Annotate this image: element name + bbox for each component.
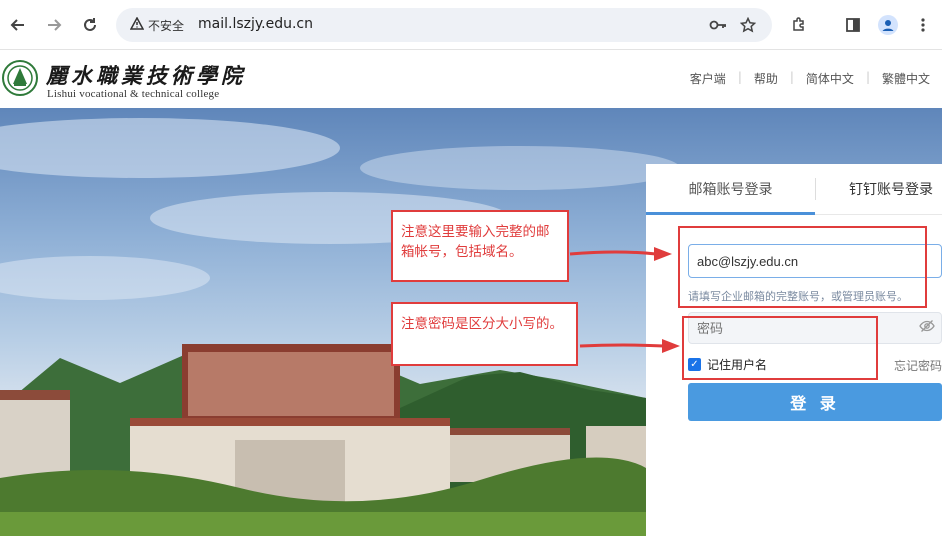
logo-chinese-name: 麗水職業技術學院 xyxy=(46,63,246,88)
menu-icon[interactable] xyxy=(910,12,936,38)
forgot-password-link[interactable]: 忘记密码 xyxy=(894,357,942,374)
password-arrow-icon xyxy=(579,339,680,353)
password-highlight-frame xyxy=(682,316,878,380)
email-note: 注意这里要输入完整的邮箱帐号，包括域名。 xyxy=(391,210,569,282)
warning-icon xyxy=(129,16,145,33)
school-emblem-icon xyxy=(2,60,38,96)
extension-icon[interactable] xyxy=(786,12,812,38)
link-help[interactable]: 帮助 xyxy=(742,70,790,87)
link-simplified-chinese[interactable]: 简体中文 xyxy=(794,70,866,87)
reload-icon[interactable] xyxy=(77,12,103,38)
active-tab-indicator xyxy=(646,212,815,215)
url-text[interactable]: mail.lszjy.edu.cn xyxy=(198,16,313,32)
email-highlight-frame xyxy=(678,226,927,308)
email-arrow-icon xyxy=(569,247,672,261)
hide-password-icon[interactable] xyxy=(919,318,937,336)
browser-toolbar: 不安全 mail.lszjy.edu.cn xyxy=(0,0,942,50)
tab-dingtalk-login[interactable]: 钉钉账号登录 xyxy=(816,164,942,214)
profile-icon[interactable] xyxy=(875,12,901,38)
header-links: 客户端 | 帮助 | 简体中文 | 繁體中文 xyxy=(678,70,942,87)
address-bar[interactable]: 不安全 mail.lszjy.edu.cn xyxy=(116,8,772,42)
star-icon[interactable] xyxy=(738,15,758,35)
sidebar-icon[interactable] xyxy=(840,12,866,38)
back-icon[interactable] xyxy=(5,12,31,38)
security-chip[interactable]: 不安全 xyxy=(122,13,192,37)
login-button[interactable]: 登 录 xyxy=(688,383,942,421)
key-icon[interactable] xyxy=(708,15,728,35)
security-label: 不安全 xyxy=(148,18,185,33)
password-note: 注意密码是区分大小写的。 xyxy=(391,302,578,366)
link-traditional-chinese[interactable]: 繁體中文 xyxy=(870,70,942,87)
forward-icon[interactable] xyxy=(41,12,67,38)
link-client[interactable]: 客户端 xyxy=(678,70,738,87)
tab-email-login[interactable]: 邮箱账号登录 xyxy=(646,164,815,214)
logo-english-name: Lishui vocational & technical college xyxy=(47,88,220,100)
